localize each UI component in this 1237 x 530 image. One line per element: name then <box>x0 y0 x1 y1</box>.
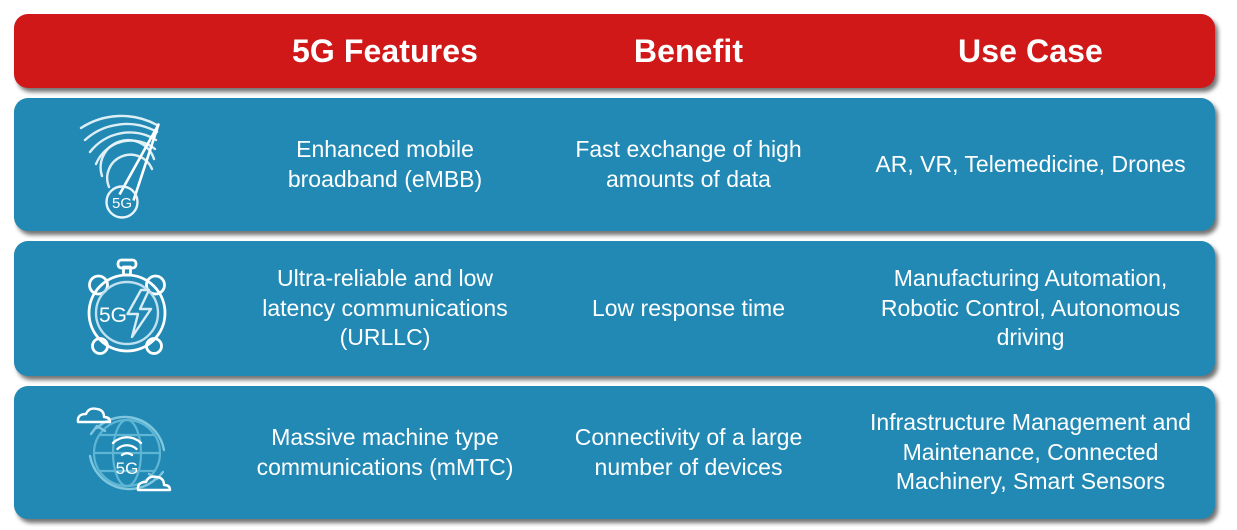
header-use-case: Use Case <box>958 33 1103 69</box>
table-row: 5G Ultra-reliable and low latency commun… <box>14 241 1215 376</box>
5g-signal-meter-icon: 5G <box>72 110 182 220</box>
svg-text:5G: 5G <box>111 195 131 212</box>
5g-stopwatch-lightning-icon: 5G <box>72 254 182 364</box>
row-icon-cell: 5G <box>14 254 239 364</box>
cell-benefit: Connectivity of a large number of device… <box>574 424 803 480</box>
cell-feature: Ultra-reliable and low latency communica… <box>262 265 508 351</box>
cell-feature: Massive machine type communications (mMT… <box>256 424 514 480</box>
5g-features-table: 5G Features Benefit Use Case 5G Enhanced… <box>14 14 1215 529</box>
cell-use-case: Manufacturing Automation, Robotic Contro… <box>880 265 1181 351</box>
svg-text:5G: 5G <box>115 459 138 478</box>
cell-benefit: Fast exchange of high amounts of data <box>575 136 802 192</box>
cell-feature: Enhanced mobile broadband (eMBB) <box>287 136 483 192</box>
cell-use-case: Infrastructure Management and Maintenanc… <box>870 409 1191 495</box>
table-row: 5G Massive machine type communications (… <box>14 386 1215 519</box>
table-header-row: 5G Features Benefit Use Case <box>14 14 1215 88</box>
header-5g-features: 5G Features <box>291 33 479 69</box>
5g-globe-cloud-icon: 5G <box>72 398 182 508</box>
row-icon-cell: 5G <box>14 398 239 508</box>
header-benefit: Benefit <box>633 33 744 69</box>
cell-benefit: Low response time <box>591 294 786 321</box>
cell-use-case: AR, VR, Telemedicine, Drones <box>875 150 1186 177</box>
row-icon-cell: 5G <box>14 110 239 220</box>
table-row: 5G Enhanced mobile broadband (eMBB) Fast… <box>14 98 1215 231</box>
svg-text:5G: 5G <box>98 304 126 327</box>
